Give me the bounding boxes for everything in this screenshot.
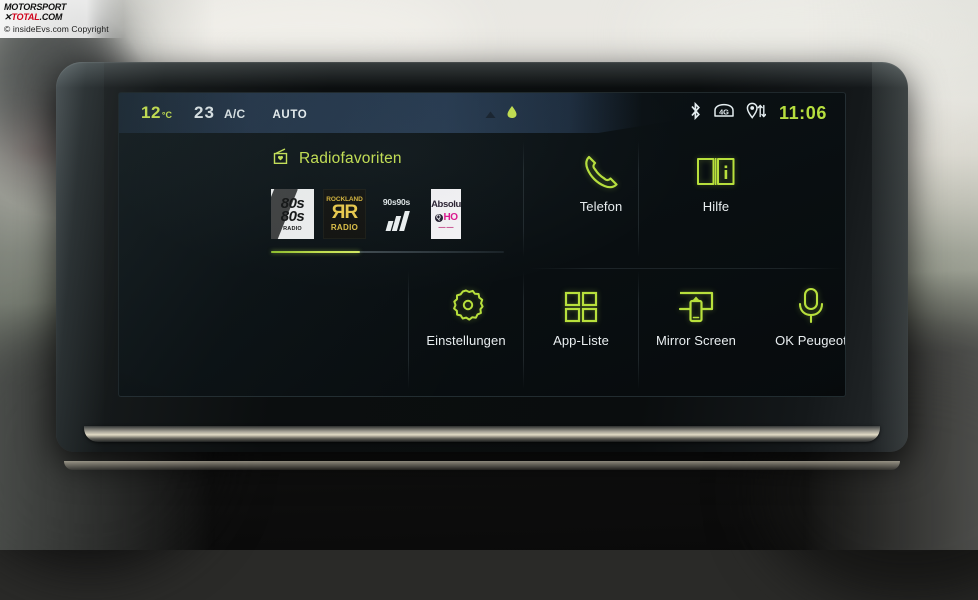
gear-icon — [445, 279, 487, 333]
touchscreen-display[interactable]: 12 °C 23 A/C AUTO 4G 11:06 Radiofavorite… — [118, 92, 846, 397]
station-logo-line3: RADIO — [330, 223, 359, 232]
grid-separator — [529, 268, 844, 269]
tile-label: App-Liste — [553, 333, 609, 348]
bluetooth-icon — [689, 101, 702, 125]
watermark-brand-line1: MOTORSPORT — [4, 2, 67, 12]
outside-temperature-value: 12 — [141, 103, 161, 122]
ac-label[interactable]: A/C — [224, 107, 246, 121]
radio-favorites-title: Radiofavoriten — [299, 149, 402, 167]
tile-ok-peugeot[interactable]: OK Peugeot — [755, 279, 846, 348]
radio-list-scrollbar-thumb — [271, 251, 360, 253]
microphone-icon — [794, 279, 828, 333]
watermark-brand-total: TOTAL — [11, 12, 40, 22]
chevron-up-icon — [484, 106, 497, 124]
drop-indicator-icon — [506, 105, 518, 124]
home-screen-grid: Radiofavoriten 80s 80s RADIO ROCKLAND ЯR… — [119, 133, 846, 396]
watermark: MOTORSPORT ✕TOTAL.COM © insideEvs.com Co… — [0, 0, 124, 38]
radio-favorites-header: Radiofavoriten — [264, 147, 522, 170]
tile-label: OK Peugeot — [775, 333, 846, 348]
auto-climate-label[interactable]: AUTO — [273, 109, 308, 121]
cabin-temperature-value[interactable]: 23 — [194, 103, 215, 123]
status-bar: 12 °C 23 A/C AUTO 4G 11:06 — [119, 93, 845, 133]
status-right-indicators: 4G 11:06 — [689, 101, 827, 125]
tile-mirror-screen[interactable]: Mirror Screen — [640, 279, 752, 348]
radio-station-list: 80s 80s RADIO ROCKLAND ЯR RADIO 90s90s A… — [264, 189, 522, 239]
clock: 11:06 — [778, 103, 827, 123]
grid-separator — [638, 271, 639, 389]
station-q-badge: Q — [434, 213, 443, 222]
radio-list-scrollbar[interactable] — [271, 251, 504, 253]
tile-label: Einstellungen — [426, 333, 506, 348]
tile-hilfe[interactable]: Hilfe — [660, 145, 772, 214]
phone-handset-icon — [580, 145, 622, 199]
station-logo-line2: HO — [443, 212, 459, 223]
tile-telefon[interactable]: Telefon — [545, 145, 657, 214]
station-logo-line1: 90s90s — [382, 197, 411, 207]
tile-label: Hilfe — [702, 199, 730, 214]
svg-text:4G: 4G — [719, 107, 729, 116]
station-bars-icon — [385, 211, 410, 231]
location-sync-icon — [746, 102, 767, 125]
watermark-brand-dotcom: .COM — [39, 12, 63, 22]
tile-label: Mirror Screen — [655, 333, 737, 348]
bezel-gloss-right — [872, 62, 908, 452]
status-center-indicators — [484, 105, 518, 124]
infotainment-head-unit: 12 °C 23 A/C AUTO 4G 11:06 Radiofavorite… — [56, 62, 908, 452]
grid-separator — [523, 141, 524, 257]
radio-station-tile[interactable]: 90s90s — [375, 189, 418, 239]
station-logo-line3: RADIO — [283, 225, 302, 232]
grid-separator — [523, 271, 524, 389]
help-book-icon — [695, 145, 737, 199]
bezel-gloss-top — [56, 62, 908, 88]
bezel-chrome-trim-outer — [64, 461, 900, 470]
station-logo-line2: 80s — [280, 207, 305, 225]
watermark-credit: © insideEvs.com Copyright — [4, 24, 109, 34]
station-logo-sub: ▬▬ ▬▬ — [438, 225, 454, 229]
radio-station-tile[interactable]: Absolu Q HO ▬▬ ▬▬ — [431, 189, 461, 239]
station-logo-line2: ЯR — [331, 202, 358, 223]
station-logo-line1: Absolu — [431, 199, 461, 210]
climate-status-group: 12 °C 23 A/C AUTO — [119, 103, 307, 123]
grid-apps-icon — [561, 279, 601, 333]
tile-app-liste[interactable]: App-Liste — [525, 279, 637, 348]
radio-station-tile[interactable]: ROCKLAND ЯR RADIO — [323, 189, 366, 239]
watermark-brand-line2: ✕TOTAL.COM — [4, 13, 120, 22]
screen-mirror-icon — [674, 279, 718, 333]
outside-temperature-unit: °C — [161, 110, 173, 120]
signal-4g-icon: 4G — [713, 103, 735, 124]
tile-einstellungen[interactable]: Einstellungen — [409, 279, 523, 348]
bezel-chrome-trim — [84, 426, 880, 442]
station-logo-line2-group: Q HO — [434, 212, 459, 223]
radio-favorites-widget[interactable]: Radiofavoriten 80s 80s RADIO ROCKLAND ЯR… — [264, 139, 522, 267]
bezel-gloss-left — [56, 62, 104, 452]
radio-station-tile[interactable]: 80s 80s RADIO — [271, 189, 314, 239]
tile-label: Telefon — [579, 199, 623, 214]
radio-favorites-icon — [271, 147, 290, 170]
